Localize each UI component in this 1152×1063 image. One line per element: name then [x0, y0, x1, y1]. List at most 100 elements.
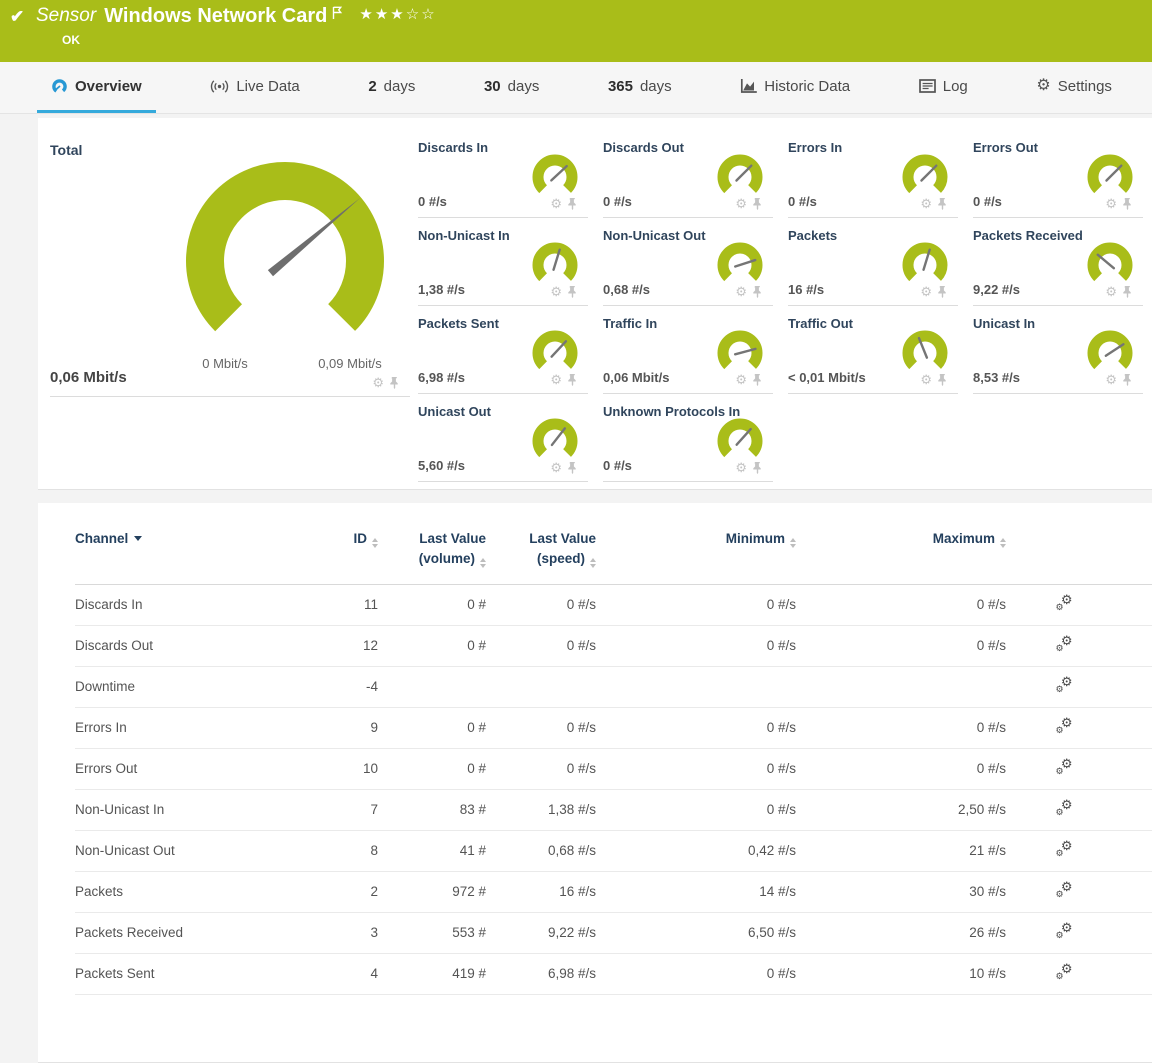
pin-icon[interactable]	[1122, 198, 1133, 210]
gear-icon[interactable]: ⚙	[920, 285, 932, 298]
pin-icon[interactable]	[752, 462, 763, 474]
pin-icon[interactable]	[752, 198, 763, 210]
channel-settings-icon[interactable]: ⚙⚙	[1056, 759, 1073, 775]
channel-settings-icon[interactable]: ⚙⚙	[1056, 595, 1073, 611]
tab-label: Live Data	[236, 78, 299, 95]
channel-settings-icon[interactable]: ⚙⚙	[1056, 841, 1073, 857]
table-row-errors-in[interactable]: Errors In90 #0 #/s0 #/s0 #/s⚙⚙	[75, 707, 1152, 748]
gauge-unicast-in: Unicast In8,53 #/s⚙	[973, 306, 1143, 394]
gear-icon[interactable]: ⚙	[550, 197, 562, 210]
gauge-value: 0,06 Mbit/s	[603, 370, 669, 385]
pin-icon[interactable]	[1122, 286, 1133, 298]
star-rating[interactable]: ★★★☆☆	[359, 7, 436, 22]
cell-id: 12	[300, 625, 378, 666]
tab-30-days[interactable]: 30days	[470, 62, 553, 113]
cell-max: 21 #/s	[796, 830, 1006, 871]
tab-label: days	[384, 78, 416, 95]
sort-icon	[790, 538, 796, 548]
column-header-last-value-speed[interactable]: Last Value(speed)	[486, 529, 596, 584]
table-row-non-unicast-out[interactable]: Non-Unicast Out841 #0,68 #/s0,42 #/s21 #…	[75, 830, 1152, 871]
table-row-packets-sent[interactable]: Packets Sent4419 #6,98 #/s0 #/s10 #/s⚙⚙	[75, 953, 1152, 994]
gauge-value: 8,53 #/s	[973, 370, 1020, 385]
cell-vol: 0 #	[378, 707, 486, 748]
chart-icon	[740, 78, 757, 94]
tab-2-days[interactable]: 2days	[354, 62, 429, 113]
channel-settings-icon[interactable]: ⚙⚙	[1056, 800, 1073, 816]
gear-icon: ⚙	[1056, 767, 1064, 776]
table-row-non-unicast-in[interactable]: Non-Unicast In783 #1,38 #/s0 #/s2,50 #/s…	[75, 789, 1152, 830]
channel-settings-icon[interactable]: ⚙⚙	[1056, 882, 1073, 898]
cell-max: 10 #/s	[796, 953, 1006, 994]
pin-icon[interactable]	[389, 377, 400, 389]
column-header-id[interactable]: ID	[300, 529, 378, 584]
gear-icon[interactable]: ⚙	[550, 285, 562, 298]
pin-icon[interactable]	[937, 286, 948, 298]
gear-icon[interactable]: ⚙	[920, 197, 932, 210]
cell-max: 0 #/s	[796, 748, 1006, 789]
total-gauge-cell: Total 0 Mbit/s 0,09 Mbit/s 0,06 Mbit/s ⚙	[50, 130, 410, 397]
gear-icon[interactable]: ⚙	[372, 376, 384, 389]
pin-icon[interactable]	[1122, 374, 1133, 386]
gauge-actions: ⚙	[1105, 373, 1133, 386]
pin-icon[interactable]	[937, 374, 948, 386]
sensor-status: OK	[62, 33, 1152, 47]
gear-icon[interactable]: ⚙	[735, 461, 747, 474]
channel-settings-icon[interactable]: ⚙⚙	[1056, 923, 1073, 939]
gauge-title: Unicast Out	[418, 404, 491, 419]
sort-up-icon	[790, 538, 796, 542]
tab-live-data[interactable]: Live Data	[196, 62, 313, 113]
pin-icon[interactable]	[937, 198, 948, 210]
gauge-actions: ⚙	[920, 197, 948, 210]
table-row-packets-received[interactable]: Packets Received3553 #9,22 #/s6,50 #/s26…	[75, 912, 1152, 953]
tab-365-days[interactable]: 365days	[594, 62, 686, 113]
star-empty-icon: ☆	[421, 6, 436, 23]
gear-icon[interactable]: ⚙	[920, 373, 932, 386]
column-header-channel[interactable]: Channel	[75, 529, 300, 584]
table-row-discards-out[interactable]: Discards Out120 #0 #/s0 #/s0 #/s⚙⚙	[75, 625, 1152, 666]
cell-id: 10	[300, 748, 378, 789]
tab-overview[interactable]: Overview	[37, 62, 156, 113]
gear-icon[interactable]: ⚙	[735, 373, 747, 386]
pin-icon[interactable]	[752, 374, 763, 386]
pin-icon[interactable]	[567, 462, 578, 474]
channel-settings-icon[interactable]: ⚙⚙	[1056, 718, 1073, 734]
tab-historic-data[interactable]: Historic Data	[726, 62, 864, 113]
tab-settings[interactable]: ⚙Settings	[1022, 62, 1126, 113]
cell-channel: Errors Out	[75, 748, 300, 789]
channel-settings-icon[interactable]: ⚙⚙	[1056, 636, 1073, 652]
cell-actions: ⚙⚙	[1006, 953, 1152, 994]
gear-icon[interactable]: ⚙	[735, 285, 747, 298]
main-content: Total 0 Mbit/s 0,09 Mbit/s 0,06 Mbit/s ⚙…	[0, 118, 1152, 1063]
sort-down-icon	[590, 564, 596, 568]
gear-icon[interactable]: ⚙	[550, 461, 562, 474]
gauge-actions: ⚙	[735, 461, 763, 474]
table-row-errors-out[interactable]: Errors Out100 #0 #/s0 #/s0 #/s⚙⚙	[75, 748, 1152, 789]
pin-icon[interactable]	[567, 374, 578, 386]
tab-log[interactable]: Log	[905, 62, 982, 113]
table-row-downtime[interactable]: Downtime-4⚙⚙	[75, 666, 1152, 707]
channel-settings-icon[interactable]: ⚙⚙	[1056, 677, 1073, 693]
pin-icon[interactable]	[567, 198, 578, 210]
gear-icon[interactable]: ⚙	[1105, 373, 1117, 386]
gauge-title: Errors Out	[973, 140, 1038, 155]
cell-vol: 419 #	[378, 953, 486, 994]
gear-icon[interactable]: ⚙	[735, 197, 747, 210]
channel-settings-icon[interactable]: ⚙⚙	[1056, 964, 1073, 980]
gauge-actions: ⚙	[735, 285, 763, 298]
gear-icon[interactable]: ⚙	[550, 373, 562, 386]
gear-icon[interactable]: ⚙	[1105, 197, 1117, 210]
gear-icon[interactable]: ⚙	[1105, 285, 1117, 298]
column-header-last-value-volume[interactable]: Last Value(volume)	[378, 529, 486, 584]
table-row-packets[interactable]: Packets2972 #16 #/s14 #/s30 #/s⚙⚙	[75, 871, 1152, 912]
cell-actions: ⚙⚙	[1006, 871, 1152, 912]
cell-id: 2	[300, 871, 378, 912]
flag-icon[interactable]	[332, 6, 343, 25]
table-row-discards-in[interactable]: Discards In110 #0 #/s0 #/s0 #/s⚙⚙	[75, 584, 1152, 625]
column-header-maximum[interactable]: Maximum	[796, 529, 1006, 584]
pin-icon[interactable]	[567, 286, 578, 298]
column-header-minimum[interactable]: Minimum	[596, 529, 796, 584]
gauge-actions: ⚙	[1105, 285, 1133, 298]
tab-bar: Overview Live Data 2days 30days 365days Histo…	[0, 62, 1152, 114]
pin-icon[interactable]	[752, 286, 763, 298]
cell-speed: 0,68 #/s	[486, 830, 596, 871]
